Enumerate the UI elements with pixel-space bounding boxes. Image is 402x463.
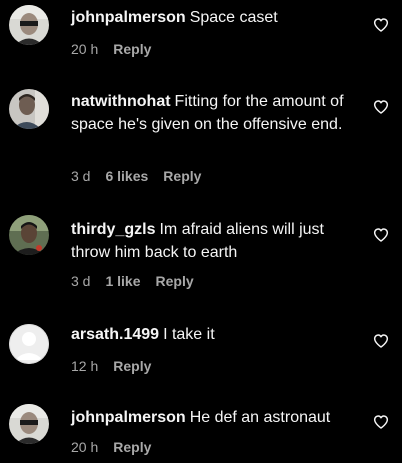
heart-outline-icon[interactable] (373, 17, 389, 33)
comment-body: johnpalmerson Space caset (71, 6, 361, 29)
comment-time: 3 d (71, 273, 91, 289)
heart-outline-icon[interactable] (373, 227, 389, 243)
comment-time: 3 d (71, 168, 91, 184)
comment-body: arsath.1499 I take it (71, 323, 361, 346)
comment-meta: 3 d 1 like Reply (71, 273, 194, 289)
comment-meta: 3 d 6 likes Reply (71, 168, 201, 184)
comment-likes[interactable]: 1 like (105, 273, 140, 289)
avatar[interactable] (9, 89, 49, 129)
heart-outline-icon[interactable] (373, 99, 389, 115)
comment-item: johnpalmerson Space caset 20 h Reply (0, 0, 402, 75)
avatar[interactable] (9, 404, 49, 444)
avatar[interactable] (9, 215, 49, 255)
comment-time: 12 h (71, 358, 99, 374)
comment-body: johnpalmerson He def an astronaut (71, 406, 361, 429)
reply-button[interactable]: Reply (163, 168, 201, 184)
comment-username[interactable]: johnpalmerson (71, 409, 186, 426)
comment-username[interactable]: natwithnohat (71, 93, 171, 110)
comment-meta: 12 h Reply (71, 358, 151, 374)
comment-item: johnpalmerson He def an astronaut 20 h Rep… (0, 384, 402, 463)
comment-username[interactable]: thirdy_gzls (71, 221, 155, 238)
reply-button[interactable]: Reply (113, 439, 151, 455)
avatar[interactable] (9, 324, 49, 364)
comment-meta: 20 h Reply (71, 439, 151, 455)
comment-username[interactable]: arsath.1499 (71, 326, 159, 343)
reply-button[interactable]: Reply (113, 358, 151, 374)
comment-item: arsath.1499 I take it 12 h Reply (0, 297, 402, 384)
comment-text: Space caset (189, 9, 278, 26)
heart-outline-icon[interactable] (373, 333, 389, 349)
comment-body: natwithnohat Fitting for the amount of sp… (71, 90, 361, 136)
comment-item: natwithnohat Fitting for the amount of sp… (0, 75, 402, 190)
comment-meta: 20 h Reply (71, 41, 151, 57)
heart-outline-icon[interactable] (373, 414, 389, 430)
reply-button[interactable]: Reply (156, 273, 194, 289)
comment-likes[interactable]: 6 likes (105, 168, 148, 184)
comment-time: 20 h (71, 439, 99, 455)
comment-text: He def an astronaut (189, 409, 331, 426)
comment-username[interactable]: johnpalmerson (71, 9, 186, 26)
comment-body: thirdy_gzls Im afraid aliens will just th… (71, 218, 361, 264)
reply-button[interactable]: Reply (113, 41, 151, 57)
comment-time: 20 h (71, 41, 99, 57)
comment-text: I take it (163, 326, 215, 343)
comment-item: thirdy_gzls Im afraid aliens will just th… (0, 190, 402, 297)
avatar[interactable] (9, 5, 49, 45)
